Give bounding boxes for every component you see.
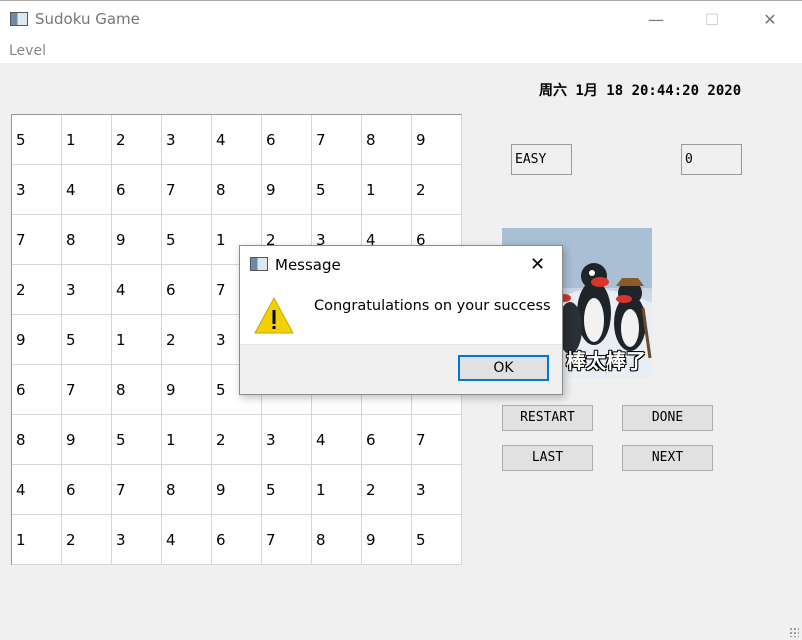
grid-cell[interactable]: 9 <box>162 365 212 415</box>
grid-cell[interactable]: 3 <box>112 515 162 565</box>
grid-cell[interactable]: 5 <box>12 115 62 165</box>
dialog-app-icon <box>250 257 268 271</box>
grid-cell[interactable]: 5 <box>62 315 112 365</box>
grid-cell[interactable]: 7 <box>412 415 462 465</box>
grid-cell[interactable]: 5 <box>162 215 212 265</box>
grid-cell[interactable]: 8 <box>312 515 362 565</box>
next-button[interactable]: NEXT <box>622 445 713 471</box>
grid-cell[interactable]: 2 <box>12 265 62 315</box>
grid-cell[interactable]: 1 <box>112 315 162 365</box>
grid-cell[interactable]: 7 <box>112 465 162 515</box>
grid-cell[interactable]: 9 <box>112 215 162 265</box>
menu-bar: Level <box>0 40 802 63</box>
grid-cell[interactable]: 2 <box>62 515 112 565</box>
grid-cell[interactable]: 5 <box>412 515 462 565</box>
grid-cell[interactable]: 6 <box>162 265 212 315</box>
dialog-footer: OK <box>240 344 562 394</box>
menu-level[interactable]: Level <box>9 43 46 59</box>
grid-cell[interactable]: 4 <box>112 265 162 315</box>
grid-cell[interactable]: 9 <box>262 165 312 215</box>
grid-cell[interactable]: 8 <box>362 115 412 165</box>
grid-cell[interactable]: 8 <box>212 165 262 215</box>
grid-cell[interactable]: 6 <box>212 515 262 565</box>
grid-cell[interactable]: 1 <box>312 465 362 515</box>
warning-icon <box>254 296 294 334</box>
score-field[interactable]: 0 <box>681 144 742 175</box>
grid-cell[interactable]: 3 <box>162 115 212 165</box>
grid-cell[interactable]: 6 <box>262 115 312 165</box>
dialog-close-button[interactable]: ✕ <box>530 254 545 275</box>
grid-cell[interactable]: 1 <box>162 415 212 465</box>
grid-cell[interactable]: 6 <box>12 365 62 415</box>
grid-cell[interactable]: 6 <box>362 415 412 465</box>
grid-cell[interactable]: 4 <box>212 115 262 165</box>
grid-cell[interactable]: 3 <box>412 465 462 515</box>
grid-cell[interactable]: 4 <box>62 165 112 215</box>
grid-cell[interactable]: 2 <box>412 165 462 215</box>
grid-cell[interactable]: 6 <box>62 465 112 515</box>
ok-button[interactable]: OK <box>458 355 549 381</box>
dialog-title: Message <box>275 256 341 274</box>
grid-cell[interactable]: 3 <box>12 165 62 215</box>
maximize-button[interactable]: ☐ <box>692 9 732 31</box>
grid-cell[interactable]: 5 <box>112 415 162 465</box>
close-button[interactable]: ✕ <box>750 9 790 31</box>
grid-cell[interactable]: 7 <box>262 515 312 565</box>
grid-cell[interactable]: 2 <box>162 315 212 365</box>
grid-cell[interactable]: 4 <box>12 465 62 515</box>
grid-cell[interactable]: 5 <box>312 165 362 215</box>
grid-cell[interactable]: 8 <box>162 465 212 515</box>
grid-cell[interactable]: 9 <box>412 115 462 165</box>
done-button[interactable]: DONE <box>622 405 713 431</box>
level-field[interactable]: EASY <box>511 144 572 175</box>
picture-caption: 棒太棒了 <box>566 349 646 373</box>
app-icon <box>10 12 28 26</box>
title-bar: Sudoku Game — ☐ ✕ <box>0 0 802 40</box>
last-button[interactable]: LAST <box>502 445 593 471</box>
grid-cell[interactable]: 9 <box>212 465 262 515</box>
grid-cell[interactable]: 8 <box>112 365 162 415</box>
grid-cell[interactable]: 2 <box>112 115 162 165</box>
grid-cell[interactable]: 3 <box>262 415 312 465</box>
grid-cell[interactable]: 9 <box>362 515 412 565</box>
grid-cell[interactable]: 2 <box>362 465 412 515</box>
grid-cell[interactable]: 4 <box>312 415 362 465</box>
grid-cell[interactable]: 9 <box>12 315 62 365</box>
minimize-button[interactable]: — <box>636 9 676 31</box>
grid-cell[interactable]: 1 <box>62 115 112 165</box>
grid-cell[interactable]: 5 <box>262 465 312 515</box>
grid-cell[interactable]: 3 <box>62 265 112 315</box>
resize-grip[interactable] <box>789 627 799 637</box>
grid-cell[interactable]: 9 <box>62 415 112 465</box>
grid-cell[interactable]: 1 <box>362 165 412 215</box>
grid-cell[interactable]: 2 <box>212 415 262 465</box>
window-title: Sudoku Game <box>35 10 140 28</box>
restart-button[interactable]: RESTART <box>502 405 593 431</box>
grid-cell[interactable]: 8 <box>12 415 62 465</box>
grid-cell[interactable]: 1 <box>12 515 62 565</box>
grid-cell[interactable]: 4 <box>162 515 212 565</box>
dialog-message: Congratulations on your success <box>314 298 551 314</box>
grid-cell[interactable]: 6 <box>112 165 162 215</box>
datetime-label: 周六 1月 18 20:44:20 2020 <box>539 83 742 99</box>
grid-cell[interactable]: 8 <box>62 215 112 265</box>
grid-cell[interactable]: 7 <box>62 365 112 415</box>
grid-cell[interactable]: 7 <box>162 165 212 215</box>
grid-cell[interactable]: 7 <box>312 115 362 165</box>
message-dialog: Message ✕ Congratulations on your succes… <box>239 245 563 395</box>
grid-cell[interactable]: 7 <box>12 215 62 265</box>
